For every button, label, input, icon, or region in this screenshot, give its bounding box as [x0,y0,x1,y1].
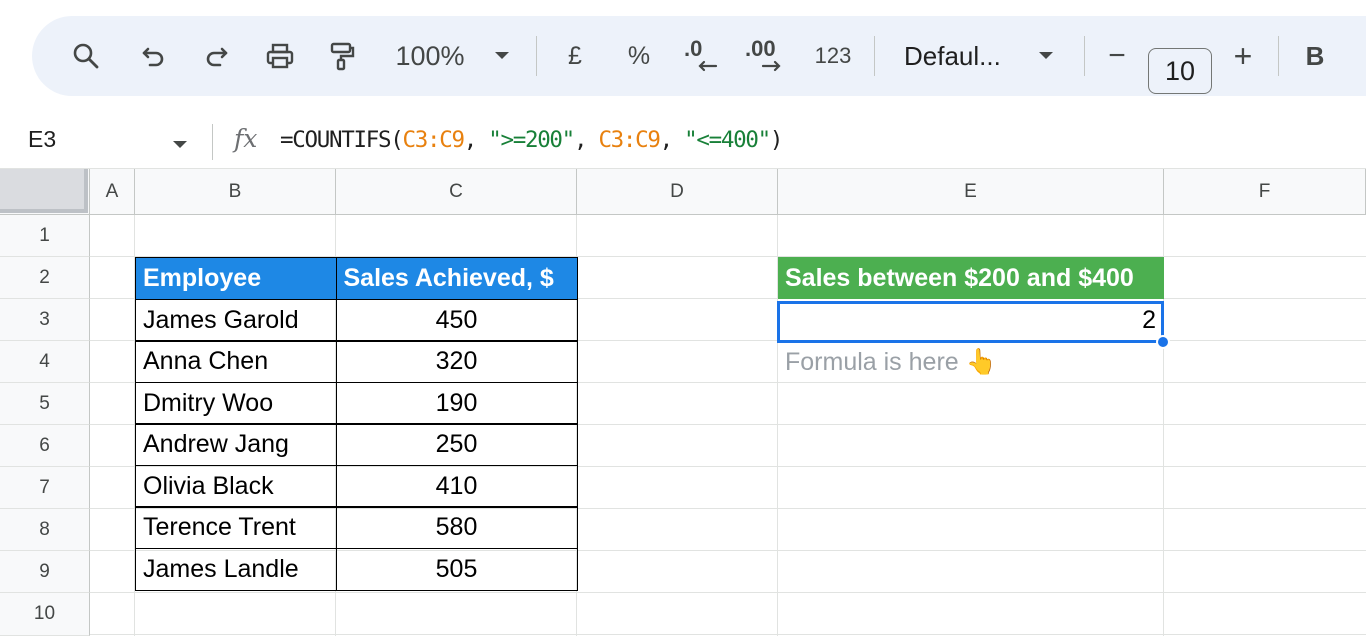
employee-cell[interactable]: Anna Chen [135,340,337,383]
name-box-dropdown-icon[interactable] [172,137,188,155]
toolbar-separator [874,36,875,76]
spreadsheet-grid: A B C D E F 1 2 3 4 5 6 7 8 9 10 Employe… [0,169,1366,636]
sales-cell[interactable]: 410 [335,464,578,508]
result-header[interactable]: Sales between $200 and $400 [778,257,1164,299]
formula-bar-separator [212,124,213,160]
redo-icon[interactable] [198,16,234,96]
formula-note[interactable]: Formula is here 👆 [778,341,1164,383]
formula-separator: , [659,127,685,153]
formula-close-paren: ) [769,127,784,153]
employee-cell[interactable]: Olivia Black [135,464,337,508]
column-header-a[interactable]: A [90,169,135,215]
search-icon[interactable] [68,16,104,96]
row-header-5[interactable]: 5 [0,383,90,425]
increase-decimal-label: .00 [745,36,776,61]
row-header-3[interactable]: 3 [0,299,90,341]
column-header-c[interactable]: C [336,169,577,215]
toolbar-area: 100% £ % .0 .00 123 Defaul... − 10 + B [0,0,1366,112]
increase-decimal-button[interactable]: .00 [740,16,790,96]
sales-cell[interactable]: 190 [335,381,578,425]
formula-criterion: ">=200" [488,127,575,153]
sales-cell[interactable]: 320 [335,340,578,383]
column-header-b[interactable]: B [135,169,336,215]
formula-separator: , [573,127,599,153]
formula-separator: , [463,127,489,153]
employee-cell[interactable]: Andrew Jang [135,423,337,466]
fill-handle[interactable] [1156,335,1170,349]
more-formats-button[interactable]: 123 [808,16,858,96]
table-header-sales[interactable]: Sales Achieved, $ [335,257,578,300]
employee-cell[interactable]: Dmitry Woo [135,381,337,425]
percent-format-button[interactable]: % [622,16,656,96]
zoom-select[interactable]: 100% [390,16,470,96]
row-header-1[interactable]: 1 [0,215,90,257]
employee-cell[interactable]: Terence Trent [135,506,337,549]
row-header-10[interactable]: 10 [0,593,90,636]
column-header-f[interactable]: F [1164,169,1366,215]
sales-cell[interactable]: 450 [335,298,578,342]
formula-range-ref: C3:C9 [598,127,661,153]
employee-cell[interactable]: James Garold [135,298,337,342]
formula-function: =COUNTIFS( [280,127,404,153]
decrease-decimal-label: .0 [684,36,703,61]
row-header-7[interactable]: 7 [0,467,90,509]
print-icon[interactable] [262,16,298,96]
currency-format-button[interactable]: £ [558,16,592,96]
name-box[interactable]: E3 [28,126,56,153]
toolbar-separator [1084,36,1085,76]
table-header-employee[interactable]: Employee [135,257,337,300]
sales-cell[interactable]: 250 [335,423,578,466]
decrease-decimal-button[interactable]: .0 [678,16,722,96]
formula-input[interactable]: =COUNTIFS(C3:C9, ">=200", C3:C9, "<=400"… [280,127,784,153]
formula-bar: E3 fx =COUNTIFS(C3:C9, ">=200", C3:C9, "… [0,116,1366,169]
zoom-dropdown-icon[interactable] [488,16,516,96]
row-header-8[interactable]: 8 [0,509,90,551]
select-all-corner[interactable] [0,169,90,215]
increase-font-size-button[interactable]: + [1228,16,1258,96]
toolbar-separator [536,36,537,76]
toolbar-separator [1278,36,1279,76]
row-header-2[interactable]: 2 [0,257,90,299]
font-dropdown-icon[interactable] [1032,16,1060,96]
decrease-font-size-button[interactable]: − [1102,16,1132,96]
paint-format-icon[interactable] [324,16,360,96]
formula-criterion: "<=400" [684,127,771,153]
undo-icon[interactable] [136,16,172,96]
column-header-e[interactable]: E [778,169,1164,215]
sales-cell[interactable]: 505 [335,547,578,591]
toolbar: 100% £ % .0 .00 123 Defaul... − 10 + B [32,16,1366,96]
formula-range-ref: C3:C9 [402,127,465,153]
column-header-d[interactable]: D [577,169,778,215]
sales-cell[interactable]: 580 [335,506,578,549]
row-header-9[interactable]: 9 [0,551,90,593]
bold-button[interactable]: B [1298,16,1332,96]
font-size-input[interactable]: 10 [1148,48,1212,94]
employee-cell[interactable]: James Landle [135,547,337,591]
result-value-cell[interactable]: 2 [778,299,1164,341]
row-header-4[interactable]: 4 [0,341,90,383]
font-family-select[interactable]: Defaul... [896,16,1016,96]
fx-icon: fx [234,124,258,153]
row-header-6[interactable]: 6 [0,425,90,467]
